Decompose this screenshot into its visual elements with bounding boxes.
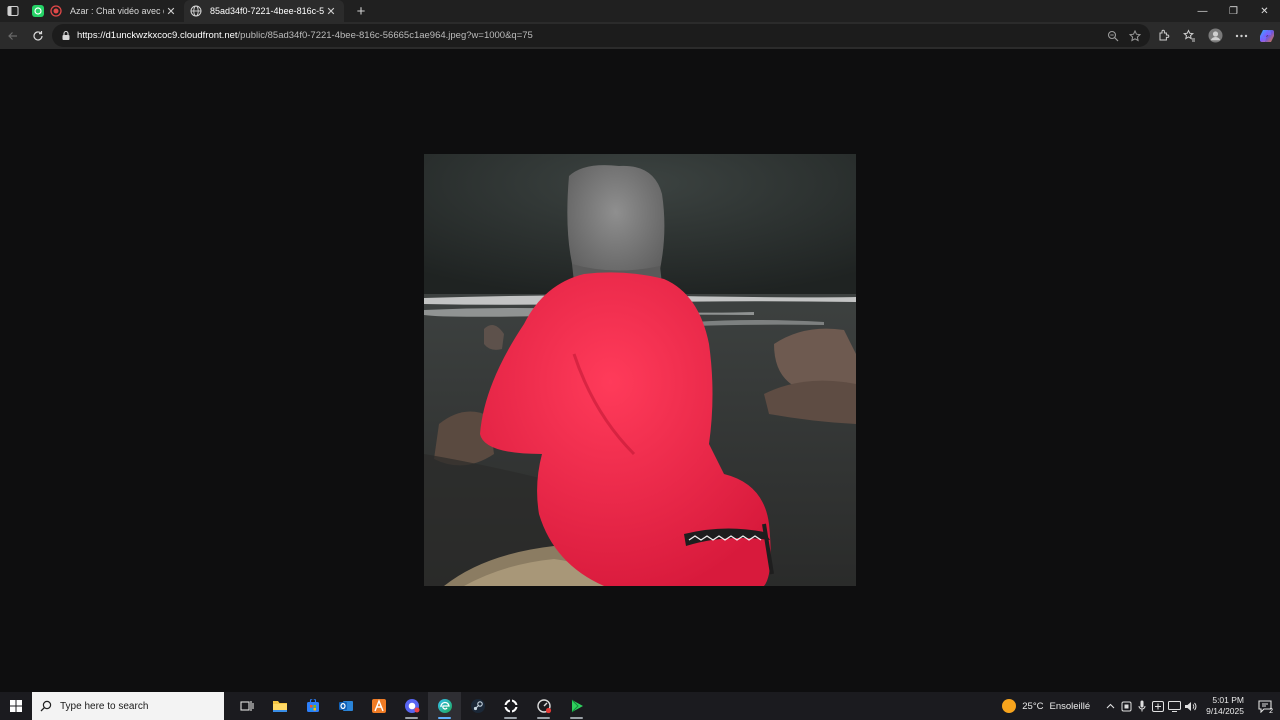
back-arrow-icon <box>8 31 17 40</box>
weather-temperature: 25°C <box>1022 700 1044 712</box>
notification-count: 2 <box>1269 708 1273 715</box>
page-viewport <box>0 49 1280 692</box>
app-a-button[interactable] <box>362 692 395 720</box>
app-ring-button[interactable] <box>494 692 527 720</box>
page-info-icon[interactable] <box>60 30 72 42</box>
windows-taskbar: Type here to search 25°C Ensoleillé 5:01… <box>0 692 1280 720</box>
taskbar-search-box[interactable]: Type here to search <box>32 692 224 720</box>
browser-tab-strip: Azar : Chat vidéo avec de nouvelles pers… <box>0 0 1280 22</box>
search-placeholder: Type here to search <box>60 700 149 712</box>
window-controls: — ❐ ✕ <box>1187 0 1280 22</box>
profile-avatar[interactable] <box>1202 22 1228 49</box>
zoom-icon[interactable] <box>1102 24 1124 47</box>
refresh-icon <box>33 30 43 41</box>
file-explorer-button[interactable] <box>263 692 296 720</box>
gauge-app-icon <box>536 699 551 714</box>
tray-app-icon[interactable] <box>1118 692 1134 720</box>
outlook-icon <box>338 701 353 711</box>
taskbar-pinned-apps <box>230 692 593 720</box>
address-bar[interactable]: https://d1unckwzkxcoc9.cloudfront.net/pu… <box>52 24 1150 47</box>
back-button[interactable] <box>1 24 25 48</box>
meet-now-icon[interactable] <box>1150 692 1166 720</box>
edge-icon <box>437 699 452 713</box>
favorite-star-icon[interactable] <box>1124 24 1146 47</box>
gauge-app-button[interactable] <box>527 692 560 720</box>
url-host: https://d1unckwzkxcoc9.cloudfront.net <box>77 30 238 41</box>
steam-button[interactable] <box>461 692 494 720</box>
restore-button[interactable]: ❐ <box>1218 0 1249 22</box>
system-tray: 25°C Ensoleillé 5:01 PM 9/14/2025 2 <box>1002 692 1280 720</box>
minimize-button[interactable]: — <box>1187 0 1218 22</box>
tab-azar[interactable]: Azar : Chat vidéo avec de nouvelles pers… <box>26 0 184 22</box>
weather-widget[interactable]: 25°C Ensoleillé <box>1002 699 1090 713</box>
tab-actions-icon <box>7 5 19 17</box>
sun-icon <box>1002 699 1017 713</box>
whatsapp-icon <box>32 5 44 17</box>
tab-close-button[interactable]: ✕ <box>324 4 338 18</box>
steam-icon <box>470 699 485 713</box>
task-view-button[interactable] <box>230 692 263 720</box>
weather-condition: Ensoleillé <box>1049 700 1091 712</box>
tab-image[interactable]: 85ad34f0-7221-4bee-816c-56665c1ae964.jpe… <box>184 0 344 22</box>
ring-app-icon <box>502 698 519 714</box>
folder-icon <box>272 701 287 712</box>
toolbar-actions <box>1150 22 1280 49</box>
settings-more-icon[interactable] <box>1228 22 1254 49</box>
search-icon <box>40 700 52 712</box>
extensions-icon[interactable] <box>1150 22 1176 49</box>
microphone-icon[interactable] <box>1134 692 1150 720</box>
url-text: https://d1unckwzkxcoc9.cloudfront.net/pu… <box>77 30 533 41</box>
notification-center-button[interactable]: 2 <box>1254 692 1276 720</box>
windows-logo-icon <box>10 700 22 712</box>
favorites-icon[interactable] <box>1176 22 1202 49</box>
refresh-button[interactable] <box>26 24 50 48</box>
system-clock[interactable]: 5:01 PM 9/14/2025 <box>1206 695 1244 717</box>
store-icon <box>306 699 319 712</box>
chrome-profile-button[interactable] <box>395 692 428 720</box>
start-button[interactable] <box>0 692 32 720</box>
globe-icon <box>190 5 202 17</box>
task-view-icon <box>239 701 254 711</box>
orange-a-app-icon <box>371 699 386 713</box>
address-bar-actions <box>1102 24 1146 47</box>
volume-icon[interactable] <box>1182 692 1198 720</box>
show-hidden-icons-chevron-up-icon[interactable] <box>1102 692 1118 720</box>
microsoft-store-button[interactable] <box>296 692 329 720</box>
tab-close-button[interactable]: ✕ <box>164 4 178 18</box>
clock-time: 5:01 PM <box>1212 695 1244 705</box>
photo-illustration <box>424 154 856 586</box>
tab-title: 85ad34f0-7221-4bee-816c-56665c1ae964.jpe… <box>210 6 324 16</box>
outlook-button[interactable] <box>329 692 362 720</box>
copilot-icon[interactable] <box>1254 22 1280 49</box>
tab-actions-button[interactable] <box>0 0 26 22</box>
green-play-icon <box>571 699 583 713</box>
discord-style-app-icon <box>404 699 419 713</box>
close-window-button[interactable]: ✕ <box>1249 0 1280 22</box>
network-icon[interactable] <box>1166 692 1182 720</box>
edge-browser-button[interactable] <box>428 692 461 720</box>
browser-toolbar: https://d1unckwzkxcoc9.cloudfront.net/pu… <box>0 22 1280 49</box>
url-path: /public/85ad34f0-7221-4bee-816c-56665c1a… <box>237 30 533 41</box>
play-app-button[interactable] <box>560 692 593 720</box>
tab-title: Azar : Chat vidéo avec de nouvelles pers… <box>70 6 164 16</box>
new-tab-button[interactable]: + <box>350 0 372 22</box>
displayed-image[interactable] <box>424 154 856 586</box>
azar-record-icon <box>50 5 62 17</box>
clock-date: 9/14/2025 <box>1206 706 1244 716</box>
